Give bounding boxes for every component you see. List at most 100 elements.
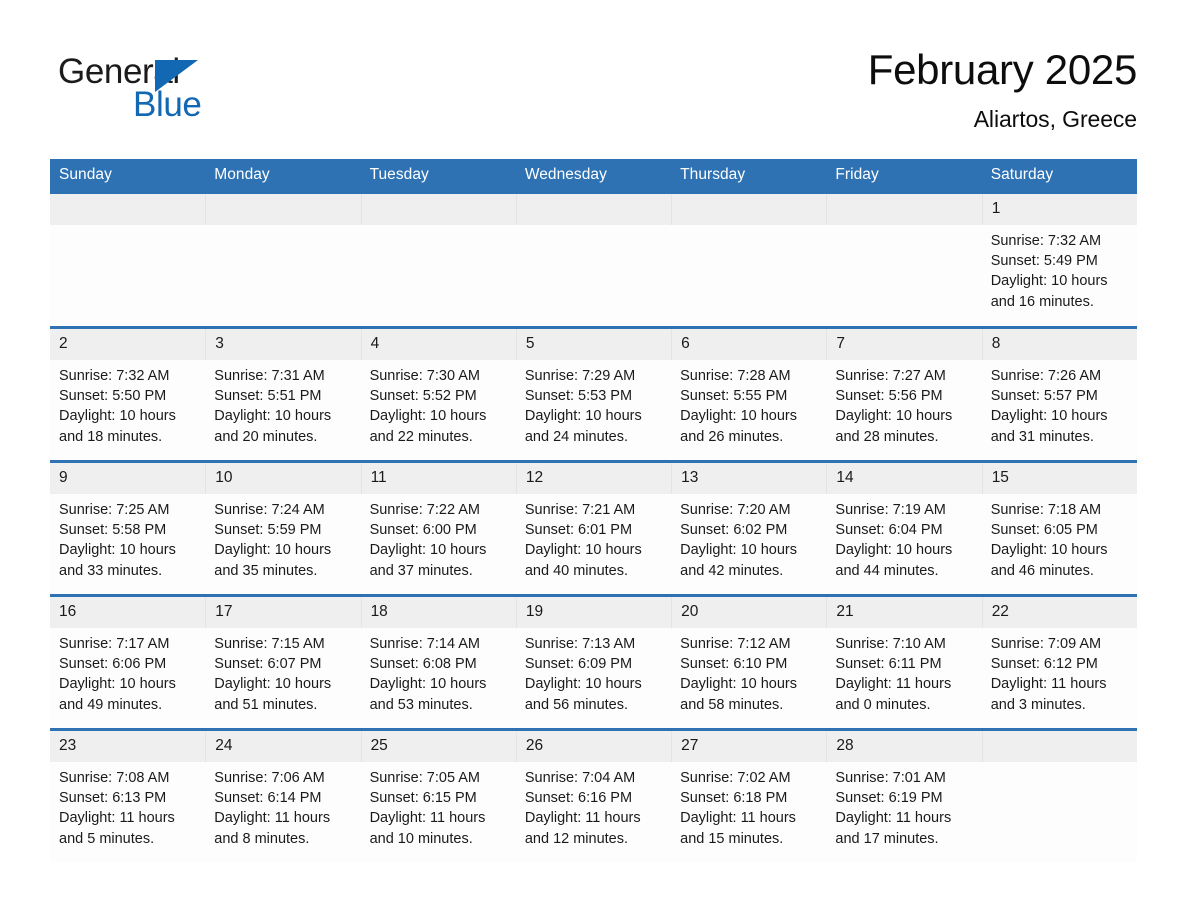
daylight-text: Daylight: 10 hours and 20 minutes. <box>214 408 332 445</box>
day-cell[interactable]: 11 Sunrise: 7:22 AM Sunset: 6:00 PM Dayligh… <box>360 460 516 596</box>
day-cell[interactable]: 12 Sunrise: 7:21 AM Sunset: 6:01 PM Dayligh… <box>515 460 672 596</box>
daylight-text: Daylight: 11 hours and 12 minutes. <box>524 810 641 847</box>
day-cell[interactable]: 17 Sunrise: 7:15 AM Sunset: 6:07 PM Dayligh… <box>205 594 361 730</box>
day-cell[interactable]: 7 Sunrise: 7:27 AM Sunset: 5:56 PM Daylight… <box>826 326 982 462</box>
sunset-text: Sunset: 6:15 PM <box>369 790 477 807</box>
day-info <box>982 762 1137 768</box>
sunset-text: Sunset: 6:13 PM <box>59 790 167 807</box>
day-number: 9 <box>50 463 206 494</box>
sunrise-text: Sunrise: 7:22 AM <box>369 502 480 518</box>
daylight-text: Daylight: 11 hours and 3 minutes. <box>990 676 1107 713</box>
sunset-text: Sunset: 6:02 PM <box>680 522 788 539</box>
sunrise-text: Sunrise: 7:32 AM <box>990 233 1102 249</box>
day-cell[interactable] <box>671 191 827 328</box>
day-cell[interactable] <box>50 191 206 328</box>
day-info <box>50 225 205 231</box>
day-cell[interactable]: 14 Sunrise: 7:19 AM Sunset: 6:04 PM Dayligh… <box>826 460 982 596</box>
daylight-text: Daylight: 10 hours and 40 minutes. <box>524 542 642 579</box>
sunrise-text: Sunrise: 7:26 AM <box>990 368 1102 384</box>
sunrise-text: Sunrise: 7:04 AM <box>524 770 636 786</box>
day-cell[interactable]: 19 Sunrise: 7:13 AM Sunset: 6:09 PM Dayligh… <box>515 594 672 730</box>
day-cell[interactable] <box>205 191 361 328</box>
sunrise-text: Sunrise: 7:14 AM <box>369 636 480 652</box>
day-number: 5 <box>515 329 672 360</box>
day-number: 23 <box>50 731 206 762</box>
day-info: Sunrise: 7:12 AM Sunset: 6:10 PM Daylight:… <box>671 628 826 715</box>
day-cell[interactable]: 15 Sunrise: 7:18 AM Sunset: 6:05 PM Dayligh… <box>981 460 1137 596</box>
calendar-week-row: 9 Sunrise: 7:25 AM Sunset: 5:58 PM Daylight… <box>50 460 1137 596</box>
day-cell[interactable] <box>826 191 982 328</box>
sunrise-text: Sunrise: 7:25 AM <box>59 502 170 518</box>
day-cell[interactable]: 5 Sunrise: 7:29 AM Sunset: 5:53 PM Daylight… <box>515 326 672 462</box>
day-cell[interactable]: 13 Sunrise: 7:20 AM Sunset: 6:02 PM Dayligh… <box>671 460 827 596</box>
daylight-text: Daylight: 11 hours and 10 minutes. <box>369 810 486 847</box>
day-cell[interactable]: 28 Sunrise: 7:01 AM Sunset: 6:19 PM Dayligh… <box>826 728 982 862</box>
day-cell[interactable]: 16 Sunrise: 7:17 AM Sunset: 6:06 PM Dayligh… <box>50 594 206 730</box>
logo-text-blue: Blue <box>133 85 202 124</box>
day-number <box>671 194 827 225</box>
day-cell[interactable]: 26 Sunrise: 7:04 AM Sunset: 6:16 PM Dayligh… <box>515 728 672 862</box>
sunset-text: Sunset: 5:58 PM <box>59 522 167 539</box>
day-number: 17 <box>205 597 361 628</box>
daylight-text: Daylight: 10 hours and 37 minutes. <box>369 542 487 579</box>
daylight-text: Daylight: 10 hours and 58 minutes. <box>680 676 797 713</box>
day-cell[interactable]: 27 Sunrise: 7:02 AM Sunset: 6:18 PM Dayligh… <box>671 728 827 862</box>
day-number: 15 <box>981 463 1137 494</box>
day-cell[interactable]: 4 Sunrise: 7:30 AM Sunset: 5:52 PM Daylight… <box>360 326 516 462</box>
sunrise-text: Sunrise: 7:09 AM <box>990 636 1102 652</box>
day-info: Sunrise: 7:01 AM Sunset: 6:19 PM Daylight:… <box>826 762 981 849</box>
sunset-text: Sunset: 5:49 PM <box>990 253 1098 270</box>
daylight-text: Daylight: 10 hours and 51 minutes. <box>214 676 332 713</box>
daylight-text: Daylight: 11 hours and 8 minutes. <box>214 810 331 847</box>
weekday-header-thursday: Thursday <box>671 159 827 193</box>
sunrise-text: Sunrise: 7:15 AM <box>214 636 325 652</box>
sunrise-text: Sunrise: 7:31 AM <box>214 368 325 384</box>
day-cell[interactable]: 8 Sunrise: 7:26 AM Sunset: 5:57 PM Daylight… <box>981 326 1137 462</box>
day-number: 25 <box>360 731 516 762</box>
day-cell[interactable]: 10 Sunrise: 7:24 AM Sunset: 5:59 PM Dayligh… <box>205 460 361 596</box>
sunset-text: Sunset: 6:10 PM <box>680 656 788 673</box>
day-cell[interactable]: 3 Sunrise: 7:31 AM Sunset: 5:51 PM Daylight… <box>205 326 361 462</box>
daylight-text: Daylight: 10 hours and 28 minutes. <box>835 408 953 445</box>
day-cell[interactable] <box>981 728 1137 862</box>
day-info <box>671 225 826 231</box>
sunset-text: Sunset: 5:55 PM <box>680 388 788 405</box>
day-number: 10 <box>205 463 361 494</box>
daylight-text: Daylight: 11 hours and 5 minutes. <box>59 810 175 847</box>
day-info: Sunrise: 7:15 AM Sunset: 6:07 PM Daylight:… <box>205 628 360 715</box>
sunrise-text: Sunrise: 7:02 AM <box>680 770 791 786</box>
sunset-text: Sunset: 6:14 PM <box>214 790 322 807</box>
day-info: Sunrise: 7:25 AM Sunset: 5:58 PM Daylight:… <box>50 494 205 581</box>
daylight-text: Daylight: 10 hours and 16 minutes. <box>990 273 1108 310</box>
day-cell[interactable] <box>515 191 672 328</box>
sunrise-text: Sunrise: 7:28 AM <box>680 368 791 384</box>
day-number <box>981 731 1137 762</box>
generalblue-logo[interactable]: General Blue <box>58 52 258 128</box>
day-number: 12 <box>515 463 672 494</box>
day-cell[interactable]: 2 Sunrise: 7:32 AM Sunset: 5:50 PM Daylight… <box>50 326 206 462</box>
day-cell[interactable]: 9 Sunrise: 7:25 AM Sunset: 5:58 PM Daylight… <box>50 460 206 596</box>
day-info <box>361 225 516 231</box>
calendar-week-row: 23 Sunrise: 7:08 AM Sunset: 6:13 PM Dayligh… <box>50 728 1137 862</box>
day-cell[interactable]: 23 Sunrise: 7:08 AM Sunset: 6:13 PM Dayligh… <box>50 728 206 862</box>
day-cell[interactable]: 1 Sunrise: 7:32 AM Sunset: 5:49 PM Dayli… <box>981 191 1137 328</box>
calendar-body: 1 Sunrise: 7:32 AM Sunset: 5:49 PM Dayli… <box>50 191 1137 862</box>
day-cell[interactable]: 21 Sunrise: 7:10 AM Sunset: 6:11 PM Dayligh… <box>826 594 982 730</box>
day-info: Sunrise: 7:20 AM Sunset: 6:02 PM Daylight:… <box>671 494 826 581</box>
day-cell[interactable]: 25 Sunrise: 7:05 AM Sunset: 6:15 PM Dayligh… <box>360 728 516 862</box>
day-info: Sunrise: 7:32 AM Sunset: 5:49 PM Dayligh… <box>982 225 1137 312</box>
day-cell[interactable]: 24 Sunrise: 7:06 AM Sunset: 6:14 PM Dayligh… <box>205 728 361 862</box>
sunset-text: Sunset: 6:04 PM <box>835 522 943 539</box>
day-info: Sunrise: 7:29 AM Sunset: 5:53 PM Daylight:… <box>516 360 671 447</box>
day-cell[interactable] <box>360 191 516 328</box>
day-number <box>205 194 361 225</box>
day-number: 7 <box>826 329 982 360</box>
day-number: 24 <box>205 731 361 762</box>
day-cell[interactable]: 20 Sunrise: 7:12 AM Sunset: 6:10 PM Dayligh… <box>671 594 827 730</box>
day-cell[interactable]: 6 Sunrise: 7:28 AM Sunset: 5:55 PM Daylight… <box>671 326 827 462</box>
day-number: 28 <box>826 731 982 762</box>
location-subtitle: Aliartos, Greece <box>973 106 1137 132</box>
day-cell[interactable]: 18 Sunrise: 7:14 AM Sunset: 6:08 PM Dayligh… <box>360 594 516 730</box>
title-block: February 2025 Aliartos, Greece <box>868 44 1138 136</box>
day-cell[interactable]: 22 Sunrise: 7:09 AM Sunset: 6:12 PM Dayligh… <box>981 594 1137 730</box>
